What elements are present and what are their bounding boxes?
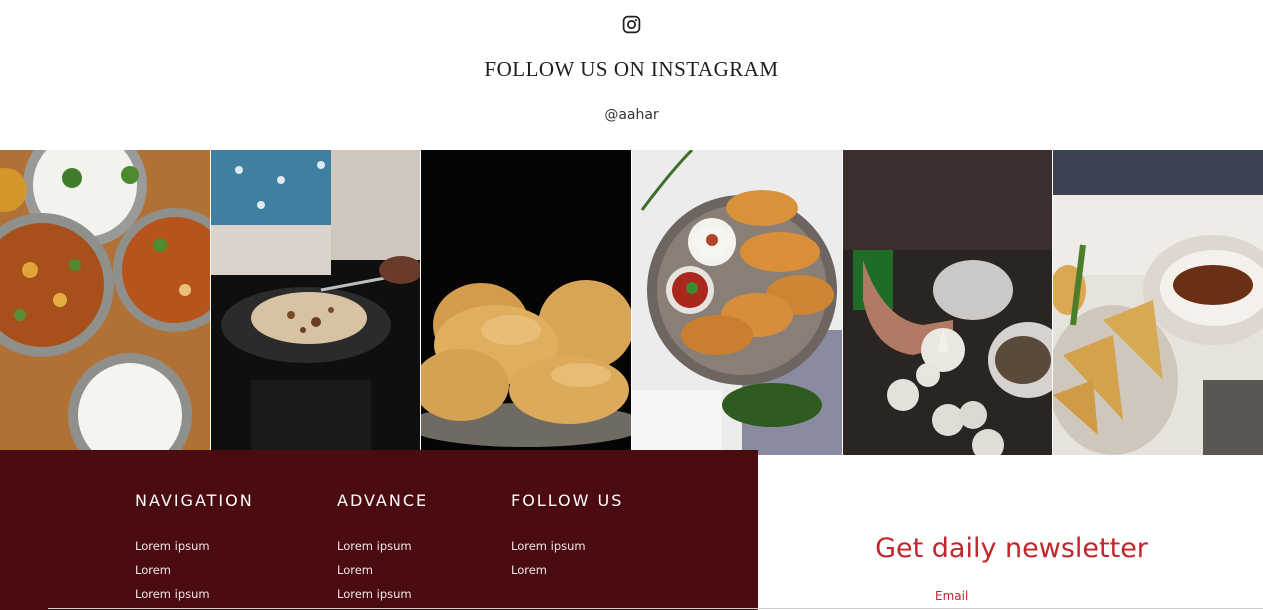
gallery-photo-samosa[interactable] (1053, 150, 1263, 455)
footer-link[interactable]: Lorem (511, 563, 623, 587)
footer-link[interactable]: Lorem ipsum (337, 539, 428, 563)
instagram-handle[interactable]: @aahar (0, 107, 1263, 123)
email-field-label: Email (935, 589, 969, 603)
gallery-photo-curry[interactable] (0, 150, 210, 450)
footer-link[interactable]: Lorem ipsum (135, 539, 254, 563)
footer-link[interactable]: Lorem (135, 563, 254, 587)
footer-link[interactable]: Lorem (337, 563, 428, 587)
gallery-photo-puri[interactable] (421, 150, 631, 450)
footer-column-follow-us: FOLLOW US Lorem ipsum Lorem (511, 491, 623, 587)
footer-column-advance: ADVANCE Lorem ipsum Lorem Lorem ipsum (337, 491, 428, 610)
divider (48, 608, 1263, 609)
instagram-section: FOLLOW US ON INSTAGRAM @aahar (0, 0, 1263, 150)
gallery-photo-modak[interactable] (843, 150, 1052, 455)
instagram-icon[interactable] (622, 15, 641, 34)
instagram-gallery (0, 150, 1263, 455)
footer-link[interactable]: Lorem ipsum (135, 587, 254, 610)
instagram-title: FOLLOW US ON INSTAGRAM (484, 57, 779, 81)
footer-link[interactable]: Lorem ipsum (511, 539, 623, 563)
newsletter-title: Get daily newsletter (875, 533, 1148, 564)
gallery-photo-roti[interactable] (211, 150, 420, 450)
footer-column-navigation: NAVIGATION Lorem ipsum Lorem Lorem ipsum (135, 491, 254, 610)
footer-heading-advance: ADVANCE (337, 491, 429, 510)
gallery-photo-gujiya[interactable] (632, 150, 842, 455)
footer-heading-navigation: NAVIGATION (135, 491, 254, 510)
footer-heading-follow-us: FOLLOW US (511, 491, 624, 510)
footer-link[interactable]: Lorem ipsum (337, 587, 428, 610)
